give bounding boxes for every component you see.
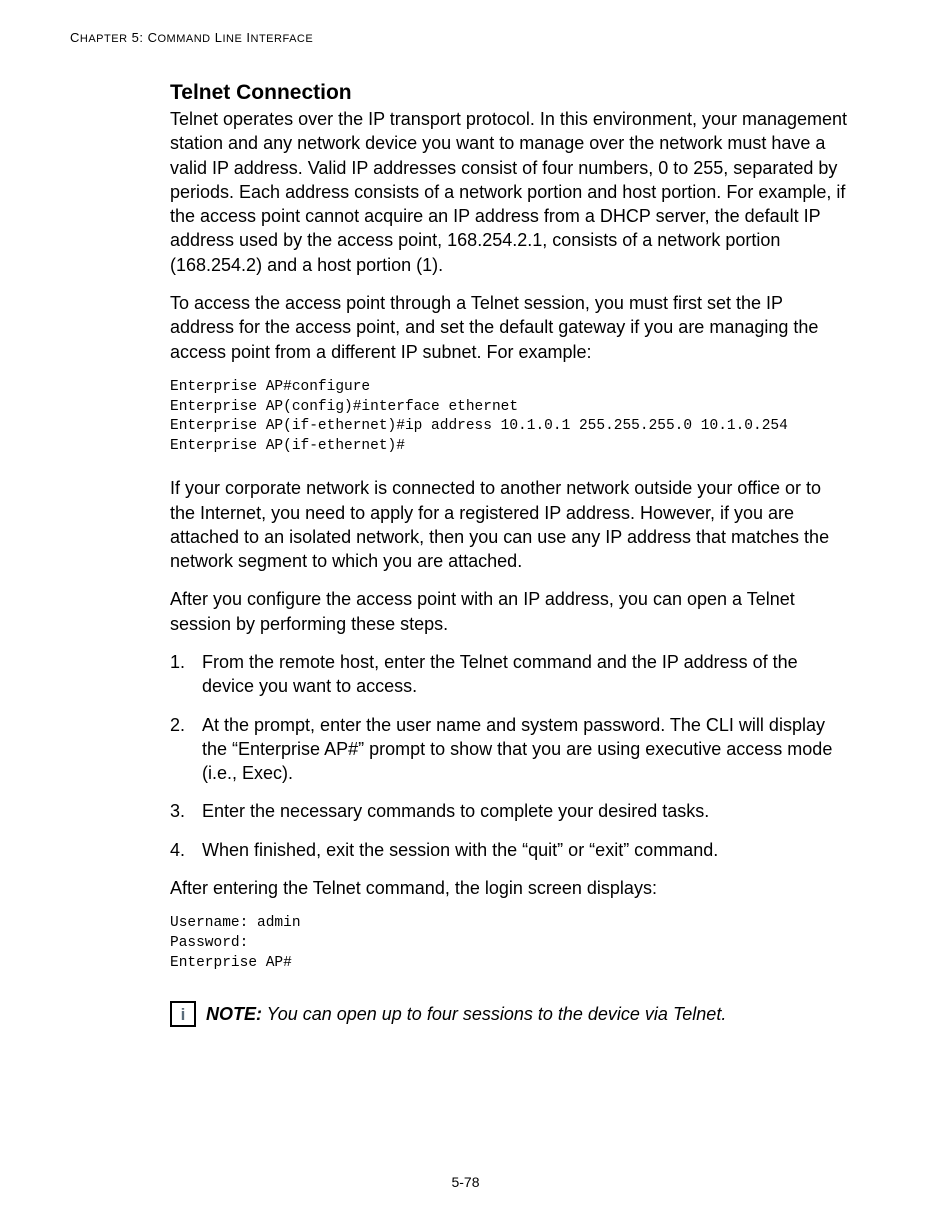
- note-label: NOTE:: [206, 1004, 262, 1024]
- page-number: 5-78: [451, 1174, 479, 1190]
- note-body: You can open up to four sessions to the …: [262, 1004, 726, 1024]
- paragraph-2: To access the access point through a Tel…: [170, 291, 851, 364]
- paragraph-3: If your corporate network is connected t…: [170, 476, 851, 573]
- list-number: 3.: [170, 799, 202, 823]
- code-block-2: Username: admin Password: Enterprise AP#: [170, 914, 851, 973]
- info-icon-letter: i: [181, 1006, 186, 1023]
- list-item: 2. At the prompt, enter the user name an…: [170, 713, 851, 786]
- page-header: CHAPTER 5: COMMAND LINE INTERFACE: [70, 30, 861, 45]
- section-title: Telnet Connection: [170, 81, 851, 105]
- list-number: 2.: [170, 713, 202, 786]
- page-content: Telnet Connection Telnet operates over t…: [170, 81, 851, 1027]
- paragraph-5: After entering the Telnet command, the l…: [170, 876, 851, 900]
- list-item: 1. From the remote host, enter the Telne…: [170, 650, 851, 699]
- list-text: When finished, exit the session with the…: [202, 838, 851, 862]
- list-number: 4.: [170, 838, 202, 862]
- page-footer: 5-78: [0, 1174, 931, 1190]
- note-block: i NOTE: You can open up to four sessions…: [170, 1001, 851, 1027]
- list-text: Enter the necessary commands to complete…: [202, 799, 851, 823]
- note-text: NOTE: You can open up to four sessions t…: [206, 1004, 726, 1025]
- paragraph-4: After you configure the access point wit…: [170, 587, 851, 636]
- list-item: 3. Enter the necessary commands to compl…: [170, 799, 851, 823]
- list-text: At the prompt, enter the user name and s…: [202, 713, 851, 786]
- paragraph-1: Telnet operates over the IP transport pr…: [170, 107, 851, 277]
- list-number: 1.: [170, 650, 202, 699]
- list-text: From the remote host, enter the Telnet c…: [202, 650, 851, 699]
- chapter-label: CHAPTER 5: COMMAND LINE INTERFACE: [70, 30, 313, 45]
- steps-list: 1. From the remote host, enter the Telne…: [170, 650, 851, 862]
- info-icon: i: [170, 1001, 196, 1027]
- code-block-1: Enterprise AP#configure Enterprise AP(co…: [170, 378, 851, 456]
- list-item: 4. When finished, exit the session with …: [170, 838, 851, 862]
